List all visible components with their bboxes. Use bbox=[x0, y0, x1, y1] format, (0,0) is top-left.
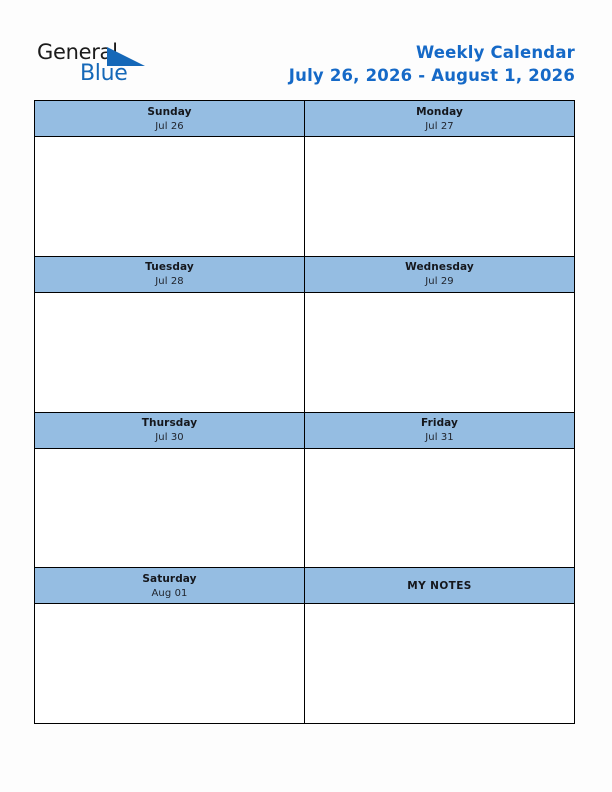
day-header-saturday: Saturday Aug 01 bbox=[35, 568, 304, 604]
day-body-row bbox=[35, 137, 574, 256]
day-name-label: Tuesday bbox=[145, 261, 194, 274]
calendar-week-block: Thursday Jul 30 Friday Jul 31 bbox=[35, 411, 574, 568]
day-date-label: Jul 30 bbox=[155, 432, 184, 443]
day-date-label: Aug 01 bbox=[151, 587, 188, 599]
day-header-row: Saturday Aug 01 MY NOTES bbox=[35, 568, 574, 605]
day-header-sunday: Sunday Jul 26 bbox=[35, 101, 304, 136]
day-cell-thursday[interactable] bbox=[35, 448, 304, 568]
day-body-row bbox=[35, 604, 574, 723]
day-cell-sunday[interactable] bbox=[35, 137, 304, 256]
day-date-label: Jul 29 bbox=[425, 276, 454, 288]
day-body-row bbox=[35, 448, 574, 568]
day-cell-monday[interactable] bbox=[304, 137, 574, 256]
day-name-label: Wednesday bbox=[405, 261, 474, 274]
day-header-tuesday: Tuesday Jul 28 bbox=[35, 256, 304, 292]
day-cell-saturday[interactable] bbox=[35, 604, 304, 723]
day-header-friday: Friday Jul 31 bbox=[304, 412, 574, 448]
day-date-label: Jul 31 bbox=[425, 432, 454, 443]
calendar-grid: Sunday Jul 26 Monday Jul 27 Tuesday Jul … bbox=[34, 100, 575, 724]
notes-header: MY NOTES bbox=[304, 568, 574, 604]
day-cell-tuesday[interactable] bbox=[35, 292, 304, 412]
calendar-week-block: Saturday Aug 01 MY NOTES bbox=[35, 567, 574, 723]
day-name-label: Saturday bbox=[142, 572, 197, 585]
page-title: Weekly Calendar bbox=[415, 43, 575, 62]
day-date-label: Jul 28 bbox=[155, 276, 184, 288]
day-header-row: Tuesday Jul 28 Wednesday Jul 29 bbox=[35, 256, 574, 293]
day-name-label: Monday bbox=[416, 105, 463, 118]
notes-title-label: MY NOTES bbox=[407, 579, 472, 592]
day-header-monday: Monday Jul 27 bbox=[304, 101, 574, 136]
day-header-row: Sunday Jul 26 Monday Jul 27 bbox=[35, 101, 574, 137]
day-body-row bbox=[35, 292, 574, 412]
day-name-label: Thursday bbox=[141, 417, 198, 429]
day-date-label: Jul 27 bbox=[425, 120, 454, 132]
title-block: Weekly Calendar July 26, 2026 - August 1… bbox=[289, 42, 575, 87]
brand-logo: General Blue bbox=[37, 40, 157, 88]
day-cell-wednesday[interactable] bbox=[304, 292, 574, 412]
day-header-row: Thursday Jul 30 Friday Jul 31 bbox=[35, 412, 574, 449]
day-cell-friday[interactable] bbox=[304, 448, 574, 568]
day-header-thursday: Thursday Jul 30 bbox=[35, 412, 304, 448]
calendar-week-block: Sunday Jul 26 Monday Jul 27 bbox=[35, 101, 574, 256]
date-range-label: July 26, 2026 - August 1, 2026 bbox=[288, 66, 575, 85]
notes-cell[interactable] bbox=[304, 604, 574, 723]
day-name-label: Sunday bbox=[147, 105, 192, 118]
logo-text-blue: Blue bbox=[80, 61, 128, 86]
calendar-week-block: Tuesday Jul 28 Wednesday Jul 29 bbox=[35, 255, 574, 412]
day-date-label: Jul 26 bbox=[155, 120, 184, 132]
page-header: General Blue Weekly Calendar July 26, 20… bbox=[0, 0, 612, 100]
day-name-label: Friday bbox=[420, 417, 458, 429]
day-header-wednesday: Wednesday Jul 29 bbox=[304, 256, 574, 292]
